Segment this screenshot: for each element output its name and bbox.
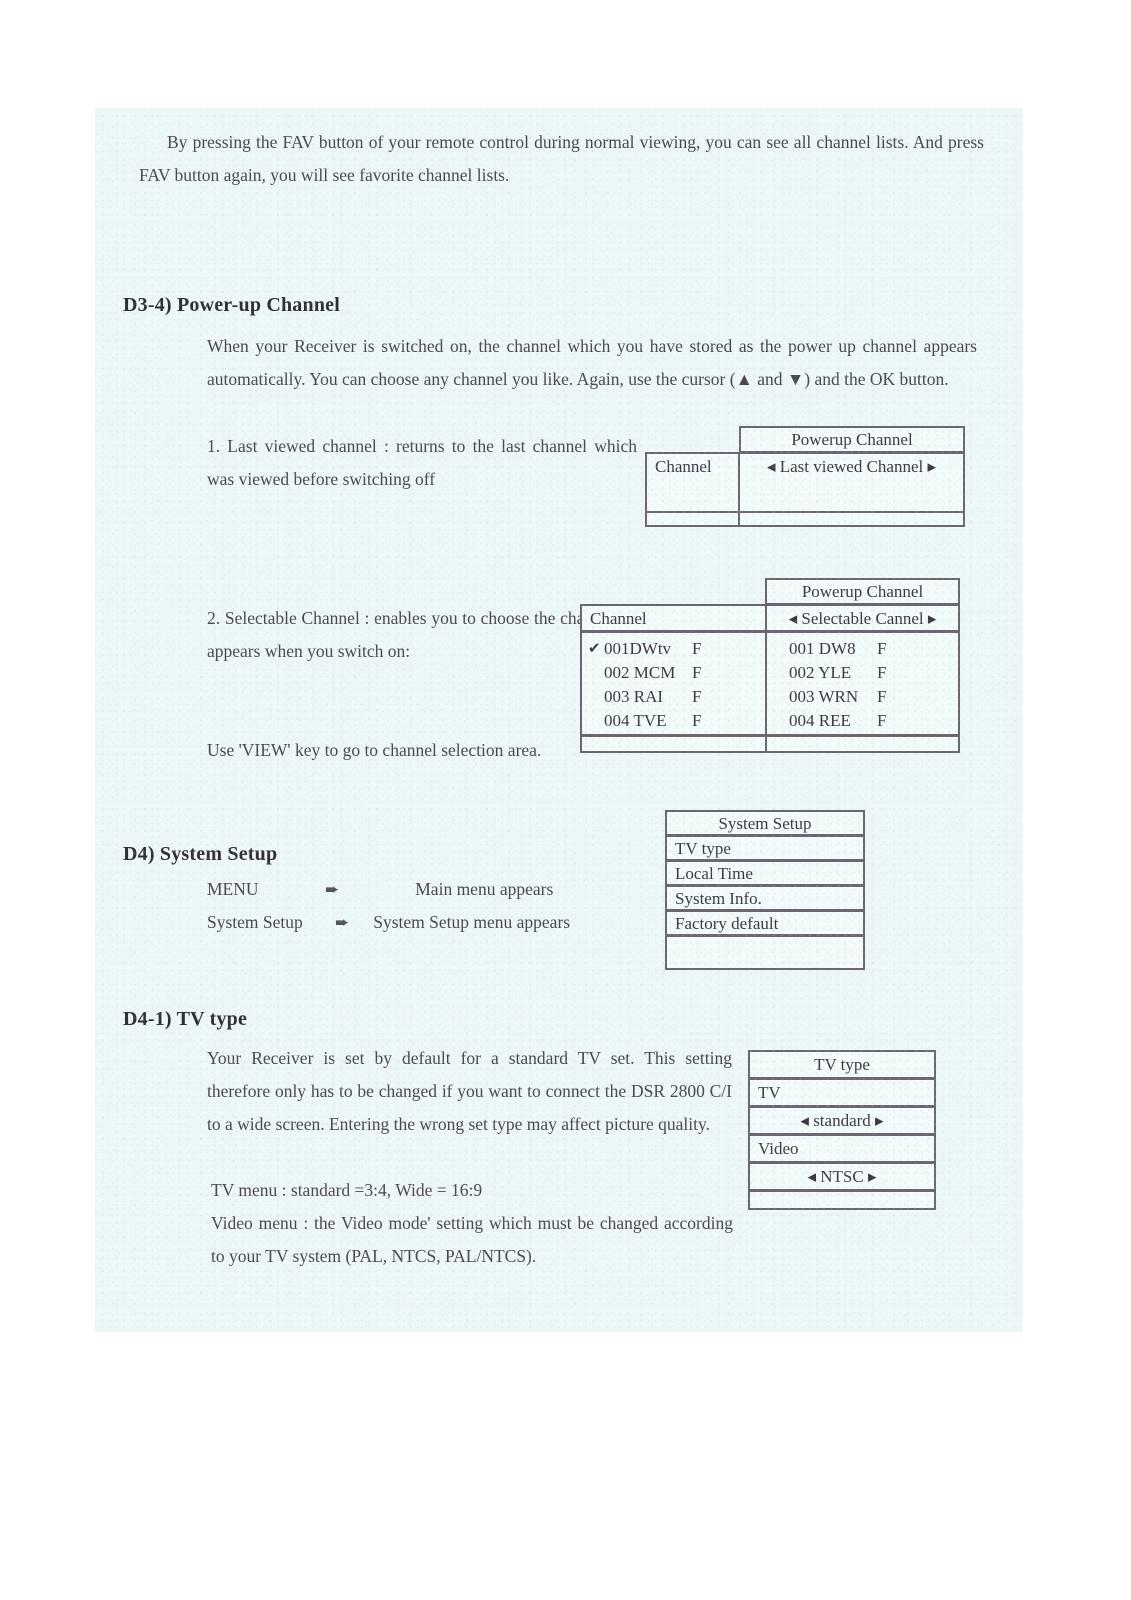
osd-footer-left <box>645 511 740 527</box>
d4-1-tv-menu-line: TV menu : standard =3:4, Wide = 16:9 <box>211 1180 483 1200</box>
osd-label-tv: TV <box>748 1078 936 1107</box>
right-arrow-icon: ➨ <box>325 880 340 900</box>
channel-flag: F <box>877 686 887 706</box>
right-arrow-icon: ➨ <box>335 913 350 933</box>
osd-powerup-channel-selectable[interactable]: Powerup Channel Channel ◂ Selectable Can… <box>580 578 960 753</box>
channel-flag: F <box>692 638 702 658</box>
d4-step-1-result: Main menu appears <box>415 879 554 899</box>
check-icon: ✔ <box>588 638 601 657</box>
osd-menu-item-local-time[interactable]: Local Time <box>665 860 865 886</box>
osd-value-video-ntsc[interactable]: ◂ NTSC ▸ <box>748 1162 936 1191</box>
channel-number-and-name: 004 TVE <box>604 710 667 730</box>
heading-d4-1: D4-1) TV type <box>123 1008 248 1030</box>
channel-list-right[interactable]: 001 DW8 F 002 YLE F 003 WRN F 004 REE F <box>765 631 960 736</box>
channel-flag: F <box>877 662 887 682</box>
channel-list-item[interactable]: 003 RAI F <box>582 684 765 708</box>
channel-number-and-name: 002 MCM <box>604 662 676 682</box>
channel-list-item[interactable]: 004 TVE F <box>582 708 765 732</box>
channel-list-item[interactable]: 002 MCM F <box>582 660 765 684</box>
channel-flag: F <box>877 710 887 730</box>
osd-footer-right <box>765 735 960 753</box>
d3-4-item-1-text: 1. Last viewed channel : returns to the … <box>207 436 637 489</box>
osd-label-video: Video <box>748 1134 936 1163</box>
osd-footer <box>665 935 865 970</box>
intro-paragraph: By pressing the FAV button of your remot… <box>139 126 984 192</box>
channel-list-item[interactable]: 004 REE F <box>767 708 958 732</box>
channel-flag: F <box>877 638 887 658</box>
channel-list-left[interactable]: ✔ 001DWtv F 002 MCM F 003 RAI F 004 TVE F <box>580 631 767 736</box>
d4-1-video-menu-text: Video menu : the Video mode' setting whi… <box>211 1213 733 1266</box>
channel-list-item[interactable]: ✔ 001DWtv F <box>582 636 765 660</box>
osd-menu-item-factory-default[interactable]: Factory default <box>665 910 865 936</box>
osd-menu-item-tv-type[interactable]: TV type <box>665 835 865 861</box>
osd-title-system-setup: System Setup <box>665 810 865 836</box>
channel-list-item[interactable]: 002 YLE F <box>767 660 958 684</box>
osd-footer-right <box>738 511 965 527</box>
d4-1-body-paragraph: Your Receiver is set by default for a st… <box>207 1042 732 1141</box>
d3-4-item-1: 1. Last viewed channel : returns to the … <box>207 430 637 496</box>
channel-flag: F <box>692 710 702 730</box>
heading-d4: D4) System Setup <box>123 843 278 865</box>
osd-menu-item-system-info[interactable]: System Info. <box>665 885 865 911</box>
osd-title-tv-type: TV type <box>748 1050 936 1079</box>
heading-d3-4: D3-4) Power-up Channel <box>123 294 340 316</box>
osd-footer-left <box>580 735 767 753</box>
d4-1-video-menu-paragraph: Video menu : the Video mode' setting whi… <box>211 1207 733 1273</box>
channel-number-and-name: 003 WRN <box>789 686 859 706</box>
channel-number-and-name: 001 DW8 <box>789 638 856 658</box>
d3-4-intro-paragraph: When your Receiver is switched on, the c… <box>207 330 977 396</box>
channel-flag: F <box>692 662 702 682</box>
osd-system-setup-menu[interactable]: System Setup TV type Local Time System I… <box>665 810 865 970</box>
channel-number-and-name: 001DWtv <box>604 638 672 658</box>
intro-text: By pressing the FAV button of your remot… <box>139 132 984 185</box>
channel-flag: F <box>692 686 702 706</box>
osd-title-powerup-channel: Powerup Channel <box>739 426 965 453</box>
d4-step-2: System Setup ➨ System Setup menu appears <box>207 906 570 940</box>
d4-1-body-text: Your Receiver is set by default for a st… <box>207 1048 732 1134</box>
d3-4-intro-text: When your Receiver is switched on, the c… <box>207 336 977 389</box>
osd-value-selectable-channel[interactable]: ◂ Selectable Cannel ▸ <box>765 604 960 632</box>
d4-step-1-key: MENU <box>207 879 259 899</box>
d4-step-2-result: System Setup menu appears <box>373 912 571 932</box>
d4-step-1: MENU ➨ Main menu appears <box>207 873 553 907</box>
channel-number-and-name: 002 YLE <box>789 662 852 682</box>
osd-powerup-channel-last-viewed[interactable]: Powerup Channel Channel ◂ Last viewed Ch… <box>645 426 965 527</box>
scanned-page: By pressing the FAV button of your remot… <box>95 108 1023 1332</box>
d4-step-2-key: System Setup <box>207 912 303 932</box>
channel-number-and-name: 004 REE <box>789 710 851 730</box>
osd-label-channel: Channel <box>645 452 740 513</box>
channel-list-item[interactable]: 001 DW8 F <box>767 636 958 660</box>
channel-list-item[interactable]: 003 WRN F <box>767 684 958 708</box>
osd-title-powerup-channel: Powerup Channel <box>765 578 960 605</box>
osd-tv-type-menu[interactable]: TV type TV ◂ standard ▸ Video ◂ NTSC ▸ <box>748 1050 936 1210</box>
osd-footer <box>748 1190 936 1210</box>
osd-value-last-viewed-channel[interactable]: ◂ Last viewed Channel ▸ <box>738 452 965 513</box>
channel-number-and-name: 003 RAI <box>604 686 664 706</box>
osd-label-channel: Channel <box>580 604 767 632</box>
osd-value-tv-standard[interactable]: ◂ standard ▸ <box>748 1106 936 1135</box>
